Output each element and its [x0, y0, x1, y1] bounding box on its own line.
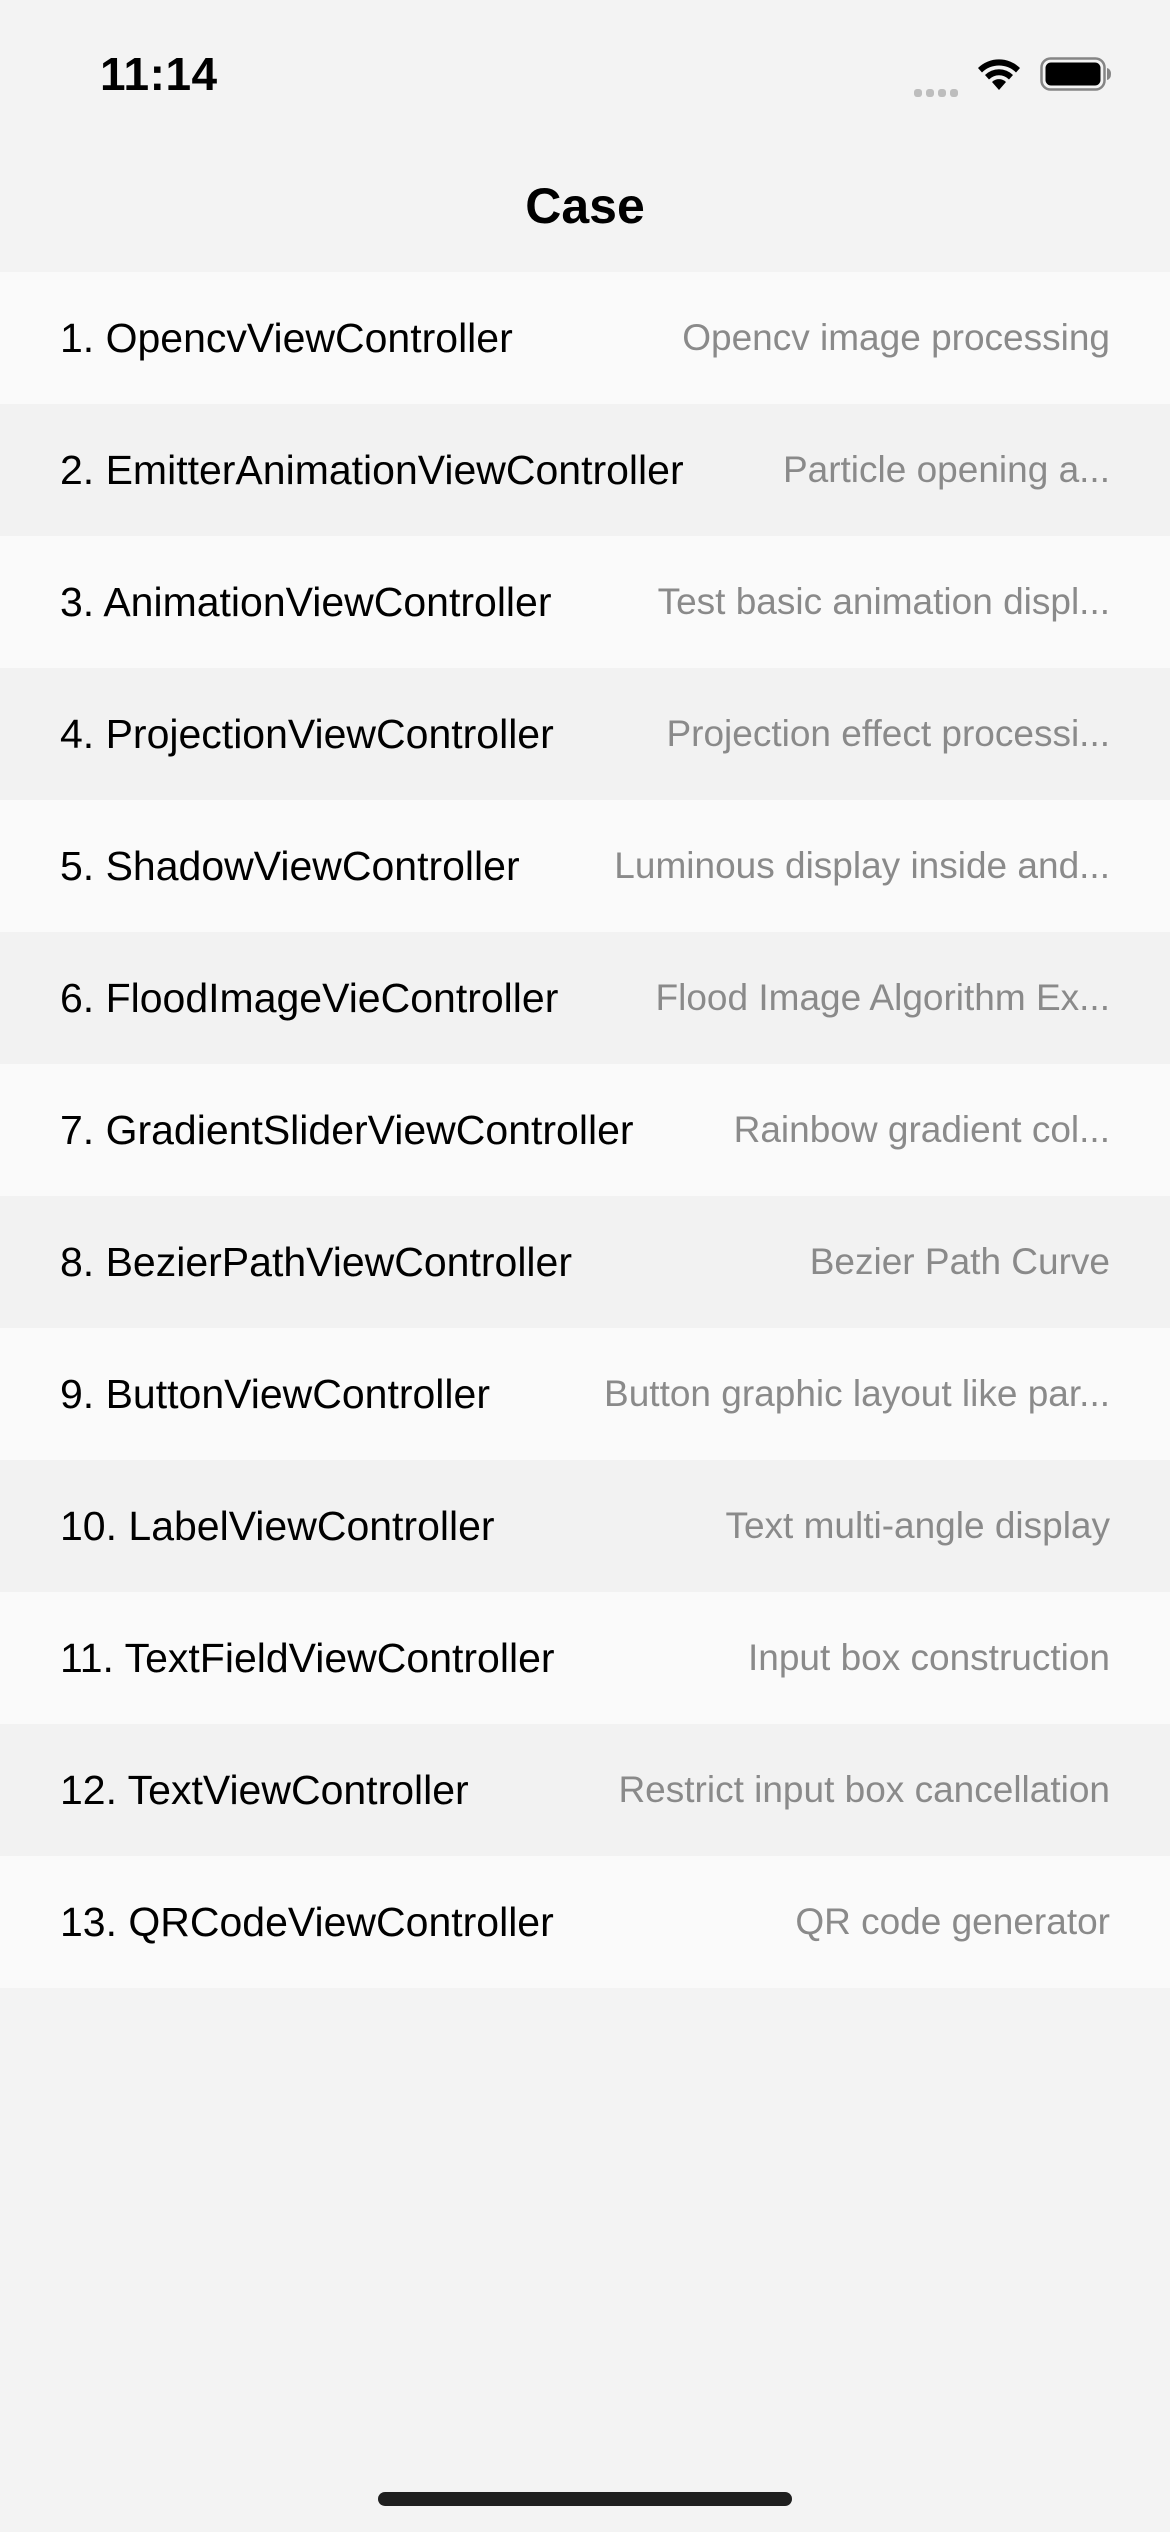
wifi-icon — [976, 56, 1022, 92]
case-row-opencv[interactable]: 1. OpencvViewController Opencv image pro… — [0, 272, 1170, 404]
case-row-button[interactable]: 9. ButtonViewController Button graphic l… — [0, 1328, 1170, 1460]
case-subtitle: Restrict input box cancellation — [618, 1769, 1110, 1810]
case-row-emitter-animation[interactable]: 2. EmitterAnimationViewController Partic… — [0, 404, 1170, 536]
case-subtitle: Flood Image Algorithm Ex... — [655, 977, 1110, 1018]
case-title: 4. ProjectionViewController — [60, 711, 554, 757]
case-subtitle: Text multi-angle display — [725, 1505, 1110, 1546]
case-row-qr-code[interactable]: 13. QRCodeViewController QR code generat… — [0, 1856, 1170, 1988]
case-row-flood-image[interactable]: 6. FloodImageVieController Flood Image A… — [0, 932, 1170, 1064]
case-title: 9. ButtonViewController — [60, 1371, 490, 1417]
case-row-text-view[interactable]: 12. TextViewController Restrict input bo… — [0, 1724, 1170, 1856]
case-title: 5. ShadowViewController — [60, 843, 520, 889]
case-subtitle: Luminous display inside and... — [614, 845, 1110, 886]
case-row-shadow[interactable]: 5. ShadowViewController Luminous display… — [0, 800, 1170, 932]
battery-icon — [1040, 56, 1112, 92]
home-indicator[interactable] — [378, 2492, 792, 2506]
case-title: 1. OpencvViewController — [60, 315, 513, 361]
case-title: 10. LabelViewController — [60, 1503, 495, 1549]
case-title: 7. GradientSliderViewController — [60, 1107, 634, 1153]
case-subtitle: Input box construction — [748, 1637, 1110, 1678]
case-subtitle: Test basic animation displ... — [657, 581, 1110, 622]
case-subtitle: Projection effect processi... — [666, 713, 1110, 754]
case-title: 8. BezierPathViewController — [60, 1239, 572, 1285]
status-icons — [914, 51, 1112, 97]
case-title: 3. AnimationViewController — [60, 579, 552, 625]
case-title: 13. QRCodeViewController — [60, 1899, 554, 1945]
case-subtitle: Bezier Path Curve — [809, 1241, 1110, 1282]
case-row-bezier-path[interactable]: 8. BezierPathViewController Bezier Path … — [0, 1196, 1170, 1328]
case-row-projection[interactable]: 4. ProjectionViewController Projection e… — [0, 668, 1170, 800]
case-title: 2. EmitterAnimationViewController — [60, 447, 684, 493]
case-subtitle: Particle opening a... — [782, 449, 1110, 490]
case-row-gradient-slider[interactable]: 7. GradientSliderViewController Rainbow … — [0, 1064, 1170, 1196]
case-subtitle: QR code generator — [795, 1901, 1110, 1942]
status-bar: 11:14 — [0, 0, 1170, 140]
case-title: 6. FloodImageVieController — [60, 975, 559, 1021]
case-list: 1. OpencvViewController Opencv image pro… — [0, 272, 1170, 1988]
case-subtitle: Opencv image processing — [682, 317, 1110, 358]
cellular-signal-icon — [914, 51, 958, 97]
case-subtitle: Button graphic layout like par... — [604, 1373, 1110, 1414]
case-row-text-field[interactable]: 11. TextFieldViewController Input box co… — [0, 1592, 1170, 1724]
case-title: 12. TextViewController — [60, 1767, 469, 1813]
navigation-bar: Case — [0, 140, 1170, 272]
page-title: Case — [525, 178, 645, 234]
case-subtitle: Rainbow gradient col... — [733, 1109, 1110, 1150]
case-row-label[interactable]: 10. LabelViewController Text multi-angle… — [0, 1460, 1170, 1592]
case-title: 11. TextFieldViewController — [60, 1635, 555, 1681]
status-time: 11:14 — [100, 48, 218, 100]
case-row-animation[interactable]: 3. AnimationViewController Test basic an… — [0, 536, 1170, 668]
